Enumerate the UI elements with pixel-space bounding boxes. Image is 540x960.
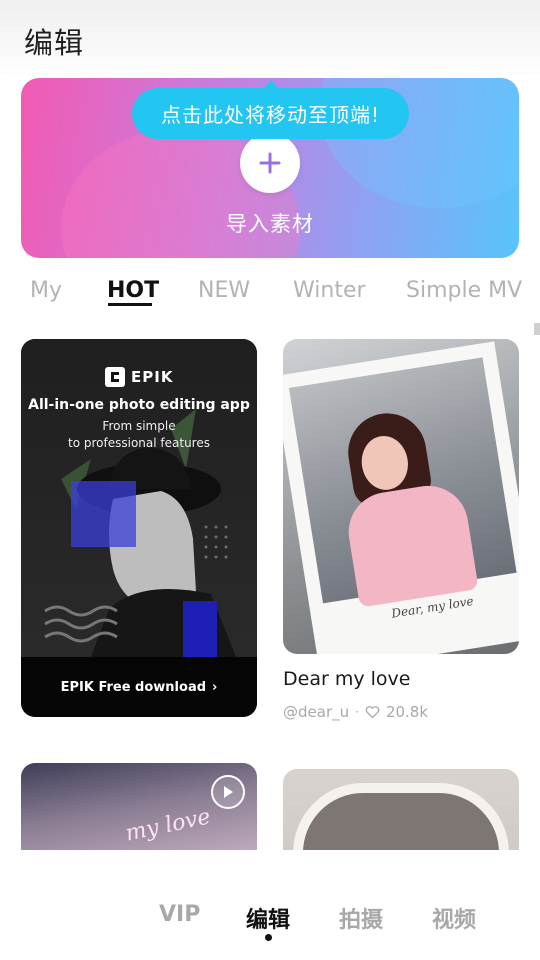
category-tabs: My HOT NEW Winter Simple MV (0, 276, 540, 314)
epik-logo-icon (105, 367, 125, 387)
scrollbar[interactable] (534, 323, 540, 335)
epik-ad-card[interactable]: EPIK All-in-one photo editing app From s… (21, 339, 257, 717)
like-count: 20.8k (385, 703, 429, 721)
ad-headline: All-in-one photo editing app (28, 397, 250, 413)
ad-cta-label: EPIK Free download (60, 679, 207, 695)
bottom-navigation: VIP 编辑 拍摄 视频 (0, 850, 540, 960)
add-icon[interactable] (240, 133, 300, 193)
template-title[interactable]: Dear my love (283, 668, 410, 690)
app-screen: 编辑 导入素材 点击此处将移动至顶端! My HOT NEW Winter Si… (0, 0, 540, 960)
tab-winter[interactable]: Winter (293, 278, 366, 303)
heart-icon[interactable] (365, 705, 380, 719)
active-nav-indicator (265, 934, 272, 941)
template-thumbnail[interactable]: Dear, my love (283, 339, 519, 654)
tooltip-text: 点击此处将移动至顶端! (160, 103, 381, 127)
tab-new[interactable]: NEW (198, 278, 250, 303)
polaroid-frame: Dear, my love (283, 341, 519, 654)
tab-hot[interactable]: HOT (107, 278, 159, 303)
play-icon[interactable] (211, 775, 245, 809)
ad-subtitle-2: to professional features (68, 436, 210, 450)
nav-edit[interactable]: 编辑 (246, 902, 290, 934)
template-author[interactable]: @dear_u (283, 703, 349, 721)
nav-vip[interactable]: VIP (159, 902, 200, 927)
separator-dot: · (355, 705, 359, 719)
ad-download-button[interactable]: EPIK Free download › (21, 657, 257, 717)
top-bar: 编辑 (0, 0, 540, 78)
tab-simple-mv[interactable]: Simple MV (406, 278, 522, 303)
nav-video[interactable]: 视频 (432, 902, 476, 934)
tooltip-arrow (263, 80, 279, 89)
epik-logo: EPIK (105, 367, 173, 387)
template-meta: @dear_u · 20.8k (283, 703, 428, 721)
chevron-right-icon: › (212, 679, 218, 695)
neon-sign-text: my love (123, 804, 213, 847)
ad-subtitle-1: From simple (102, 419, 176, 433)
page-title: 编辑 (24, 26, 85, 60)
active-tab-indicator (108, 303, 152, 306)
scroll-top-tooltip[interactable]: 点击此处将移动至顶端! (132, 80, 409, 139)
polaroid-photo (288, 357, 517, 608)
nav-shoot[interactable]: 拍摄 (339, 902, 383, 934)
epik-brand: EPIK (131, 368, 174, 386)
tab-my[interactable]: My (30, 278, 62, 303)
import-label: 导入素材 (226, 212, 314, 236)
